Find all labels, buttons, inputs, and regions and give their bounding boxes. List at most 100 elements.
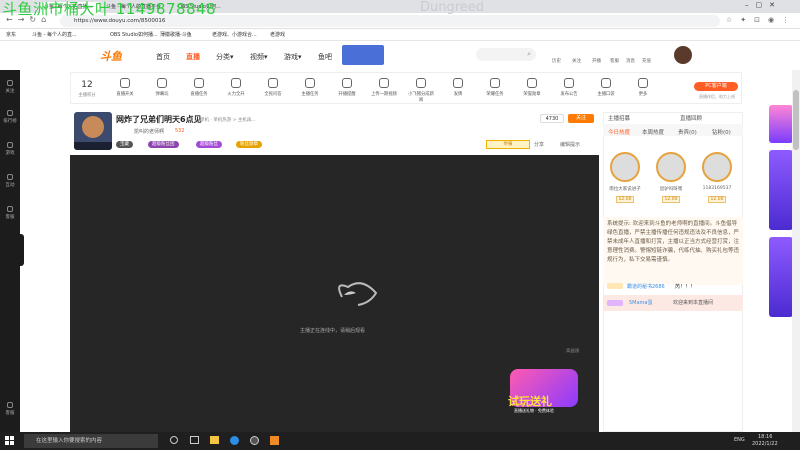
sidebar-item-support[interactable]: 客服 [0, 206, 20, 220]
game-title-overlay: Dungreed [420, 0, 485, 15]
scrollbar-thumb[interactable] [793, 90, 799, 150]
streamer-tool-item[interactable]: 全民问答 [260, 78, 286, 97]
streamer-tool-item[interactable]: 主播口袋 [593, 78, 619, 97]
subtab-vip[interactable]: 贵宾(0) [678, 128, 697, 136]
streamer-tool-item[interactable]: 弹幕玩 [149, 78, 175, 97]
language-indicator[interactable]: ENG [734, 437, 745, 443]
streamer-tool-item[interactable]: 直播开关 [112, 78, 138, 97]
nav-category[interactable]: 分类▾ [216, 52, 234, 62]
pc-client-button[interactable]: PC客户端 [694, 82, 738, 91]
user-avatar[interactable] [674, 46, 692, 64]
room-tag[interactable]: 粉丝勋章 [236, 141, 262, 148]
streamer-tool-item[interactable]: 开播提醒 [334, 78, 360, 97]
streamer-tool-item[interactable]: 主播任务 [297, 78, 323, 97]
chat-username[interactable]: 5Mama蛋 [629, 299, 653, 306]
tool-icon [379, 78, 389, 88]
sidebar-collapse-handle[interactable] [20, 234, 24, 266]
report-badge[interactable]: 举报 [486, 140, 530, 149]
subtab-week[interactable]: 本周热度 [642, 128, 664, 136]
room-category[interactable]: 单机 · 单机热游 > 主机再... [200, 117, 256, 123]
share-link[interactable]: 分享 [534, 141, 544, 148]
sidebar-item-games[interactable]: 游戏 [0, 142, 20, 156]
page-scrollbar[interactable] [792, 70, 800, 432]
recruit-tab[interactable]: 主播招募 [608, 114, 630, 122]
file-explorer-icon[interactable] [210, 436, 219, 444]
promo-card[interactable] [769, 150, 793, 230]
subtab-today[interactable]: 今日热度 [608, 128, 630, 136]
replay-tab[interactable]: 直播回顾 [680, 114, 702, 122]
bookmark-item[interactable]: 斗鱼 - 每个人的直... [32, 31, 77, 39]
streamer-avatar[interactable] [74, 112, 112, 150]
rank-name[interactable]: 南拉大家说进子 [604, 186, 646, 192]
quality-label[interactable]: 高画质 [566, 348, 580, 354]
right-floating-promo[interactable] [769, 105, 793, 325]
bookmark-item[interactable]: 老游戏、小游戏合... [212, 31, 257, 39]
rank-avatar[interactable] [702, 152, 732, 182]
tool-icon [638, 78, 648, 88]
window-controls[interactable]: –▢✕ [745, 1, 800, 12]
task-view-icon[interactable] [190, 436, 199, 444]
douyu-logo[interactable]: 斗鱼 [100, 48, 134, 64]
start-stream-link[interactable]: 开播 [592, 58, 601, 64]
message-link[interactable]: 消息 [626, 58, 635, 64]
promo-card[interactable] [769, 105, 793, 143]
chat-message-row: 霸道的秘书2686 芮！！！ [603, 282, 743, 294]
streamer-tool-item[interactable]: 小飞猪分成新闻 [408, 78, 434, 103]
promo-badge[interactable]: 试玩送礼 直播送礼物 · 免费体验 [504, 355, 584, 425]
nav-games[interactable]: 游戏▾ [284, 52, 302, 62]
follow-link[interactable]: 关注 [572, 58, 581, 64]
chat-username[interactable]: 霸道的秘书2686 [627, 283, 665, 290]
windows-start-icon[interactable] [5, 436, 15, 446]
bookmark-item[interactable]: 薄徽歌播-斗鱼 [160, 31, 192, 39]
sidebar-item-service[interactable]: 客服 [0, 402, 20, 416]
search-input[interactable]: ⌕ [476, 48, 536, 61]
nav-live[interactable]: 直播 [186, 52, 200, 62]
trophy-icon [7, 206, 13, 212]
cortana-icon[interactable] [170, 436, 178, 444]
history-link[interactable]: 历史 [552, 58, 561, 64]
nav-yuba[interactable]: 鱼吧 [318, 52, 332, 62]
clock-time[interactable]: 18:16 [758, 434, 772, 440]
rank-avatar[interactable] [610, 152, 640, 182]
subtab-diamond[interactable]: 钻粉(0) [712, 128, 731, 136]
rank-name[interactable]: 鼠驴吗呀嘿 [650, 186, 692, 192]
room-tag[interactable]: 宝藏 [116, 141, 133, 148]
header-banner-image[interactable] [342, 45, 384, 65]
streamer-tool-item[interactable]: 更多 [630, 78, 656, 97]
browser-toolbar-icons[interactable]: ☆✦⊡◉⋮ [726, 16, 796, 26]
streamer-tool-item[interactable]: 火力全开 [223, 78, 249, 97]
streamer-name[interactable]: 凯叫的老师啊 [134, 128, 164, 135]
bookmark-item[interactable]: 京东 [6, 31, 16, 39]
promo-card[interactable] [769, 237, 793, 317]
support-link[interactable]: 客服 [610, 58, 619, 64]
sidebar-item-follow[interactable]: 关注 [0, 80, 20, 94]
streamer-tool-item[interactable]: 直播任务 [186, 78, 212, 97]
bookmark-item[interactable]: 老游戏 [270, 31, 285, 39]
obs-icon[interactable] [250, 436, 259, 445]
edit-tip-link[interactable]: 编辑提示 [560, 141, 580, 148]
nav-home[interactable]: 首页 [156, 52, 170, 62]
sidebar-item-interact[interactable]: 互动 [0, 174, 20, 188]
sidebar-item-rank[interactable]: 排行榜 [0, 110, 20, 124]
search-icon[interactable]: ⌕ [527, 50, 531, 59]
streamer-tool-item[interactable]: 荣耀任务 [482, 78, 508, 97]
rank-name[interactable]: 1183169537 [696, 186, 738, 191]
streamer-tool-item[interactable]: 上传一期视频 [371, 78, 397, 97]
app-icon[interactable] [270, 436, 279, 445]
nav-video[interactable]: 视频▾ [250, 52, 268, 62]
room-tag[interactable]: 超级粉丝 [196, 141, 222, 148]
rank-avatar[interactable] [656, 152, 686, 182]
streamer-tool-item[interactable]: 发布公告 [556, 78, 582, 97]
recharge-link[interactable]: 充值 [642, 58, 651, 64]
video-player[interactable]: 高画质 试玩送礼 直播送礼物 · 免费体验 [70, 155, 599, 432]
follow-button[interactable]: 关注 [568, 114, 594, 123]
edge-icon[interactable] [230, 436, 239, 445]
taskbar-search[interactable]: 在这里输入你要搜索的内容 [24, 434, 158, 448]
bookmark-item[interactable]: OBS Studio如何播... [110, 31, 158, 39]
level-value: 12 [81, 80, 93, 90]
streamer-tool-item[interactable]: 荣誉勋章 [519, 78, 545, 97]
room-tag[interactable]: 超级粉丝团 [148, 141, 179, 148]
taskbar-app-icons[interactable] [170, 436, 280, 446]
clock-date[interactable]: 2022/1/22 [752, 441, 778, 447]
streamer-tool-item[interactable]: 发牌 [445, 78, 471, 97]
